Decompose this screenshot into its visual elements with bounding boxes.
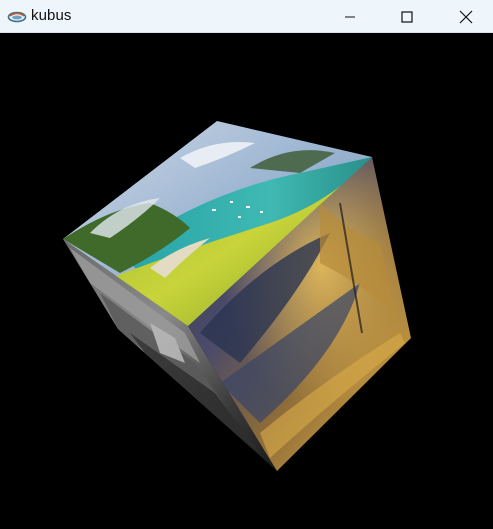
maximize-button[interactable] [384, 0, 430, 33]
cube-scene [63, 121, 411, 471]
java-coffee-cup-icon [7, 8, 27, 24]
window-title: kubus [31, 7, 72, 24]
application-window: kubus [0, 0, 493, 529]
minimize-button[interactable] [327, 0, 373, 33]
close-button[interactable] [443, 0, 489, 33]
minimize-icon [344, 11, 356, 23]
title-bar[interactable]: kubus [0, 0, 493, 33]
close-icon [459, 10, 473, 24]
maximize-icon [401, 10, 413, 23]
render-canvas[interactable] [0, 33, 493, 529]
